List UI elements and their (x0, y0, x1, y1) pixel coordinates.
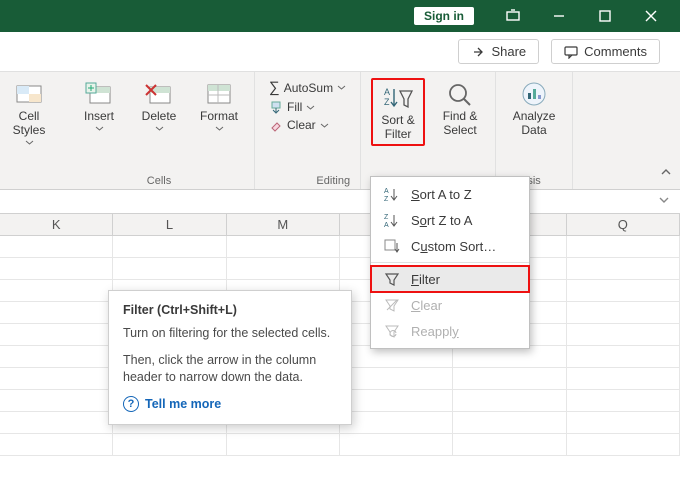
menu-separator (371, 262, 529, 263)
filter-icon (383, 271, 401, 287)
expand-formula-bar-button[interactable] (658, 194, 670, 209)
svg-text:Z: Z (384, 97, 390, 107)
maximize-button[interactable] (582, 0, 628, 32)
analyze-data-icon (517, 80, 551, 108)
chevron-down-icon (95, 124, 104, 133)
svg-text:Z: Z (384, 214, 389, 221)
cells-group-label: Cells (147, 175, 171, 187)
cell-styles-icon (12, 80, 46, 108)
custom-sort-icon (383, 238, 401, 254)
menu-sort-az[interactable]: AZ SSort A to Zort A to Z (371, 181, 529, 207)
collapse-ribbon-button[interactable] (660, 165, 672, 183)
chevron-down-icon (25, 138, 34, 147)
sort-za-icon: ZA (383, 212, 401, 228)
share-icon (471, 45, 485, 59)
comments-button[interactable]: Comments (551, 39, 660, 64)
fill-down-icon (269, 100, 283, 114)
search-icon (443, 80, 477, 108)
insert-button[interactable]: Insert (74, 78, 124, 133)
menu-reapply: Reapply (371, 318, 529, 344)
clear-filter-icon (383, 297, 401, 313)
menu-sort-za[interactable]: ZA Sort Z to A (371, 207, 529, 233)
delete-button[interactable]: Delete (134, 78, 184, 133)
find-select-button[interactable]: Find & Select (435, 78, 485, 138)
format-button[interactable]: Format (194, 78, 244, 133)
share-label: Share (491, 44, 526, 59)
menu-clear: Clear (371, 292, 529, 318)
svg-text:A: A (384, 222, 389, 228)
sort-az-icon: AZ (383, 186, 401, 202)
column-headers[interactable]: K L M N Q (0, 214, 680, 236)
format-icon (202, 80, 236, 108)
reapply-icon (383, 323, 401, 339)
action-row: Share Comments (0, 32, 680, 72)
col-header[interactable]: K (0, 214, 113, 235)
minimize-button[interactable] (536, 0, 582, 32)
sort-filter-highlight: AZ Sort & Filter (371, 78, 425, 146)
svg-text:A: A (384, 87, 390, 97)
col-header[interactable]: L (113, 214, 226, 235)
formula-bar (0, 190, 680, 214)
comments-label: Comments (584, 44, 647, 59)
analyze-data-button[interactable]: Analyze Data (506, 78, 562, 138)
fill-button[interactable]: Fill (265, 99, 350, 115)
sort-filter-icon: AZ (381, 84, 415, 112)
cell-styles-button[interactable]: Cell Styles (4, 78, 54, 147)
comment-icon (564, 45, 578, 59)
svg-text:Z: Z (384, 196, 389, 202)
col-header[interactable]: M (227, 214, 340, 235)
sort-filter-menu: AZ SSort A to Zort A to Z ZA Sort Z to A… (370, 176, 530, 349)
svg-text:A: A (384, 188, 389, 195)
delete-icon (142, 80, 176, 108)
sort-filter-button[interactable]: AZ Sort & Filter (375, 82, 421, 142)
tooltip-title: Filter (Ctrl+Shift+L) (123, 303, 337, 317)
editing-group-label: Editing (316, 175, 350, 187)
help-icon: ? (123, 396, 139, 412)
ribbon-display-options-button[interactable] (490, 0, 536, 32)
menu-filter[interactable]: Filter (371, 266, 529, 292)
tell-me-more-link[interactable]: ? Tell me more (123, 396, 337, 412)
clear-button[interactable]: Clear (265, 117, 350, 133)
tooltip-body-2: Then, click the arrow in the column head… (123, 352, 337, 386)
titlebar: Sign in (0, 0, 680, 32)
sign-in-button[interactable]: Sign in (414, 7, 474, 25)
autosum-button[interactable]: ∑AutoSum (265, 78, 350, 97)
menu-custom-sort[interactable]: Custom Sort… (371, 233, 529, 259)
close-button[interactable] (628, 0, 674, 32)
insert-icon (82, 80, 116, 108)
eraser-icon (269, 118, 283, 132)
ribbon: Cell Styles Insert Delete Format Ce (0, 72, 680, 190)
share-button[interactable]: Share (458, 39, 539, 64)
filter-tooltip: Filter (Ctrl+Shift+L) Turn on filtering … (108, 290, 352, 425)
tooltip-body-1: Turn on filtering for the selected cells… (123, 325, 337, 342)
chevron-down-icon (215, 124, 224, 133)
col-header[interactable]: Q (567, 214, 680, 235)
sigma-icon: ∑ (269, 79, 280, 96)
chevron-down-icon (155, 124, 164, 133)
